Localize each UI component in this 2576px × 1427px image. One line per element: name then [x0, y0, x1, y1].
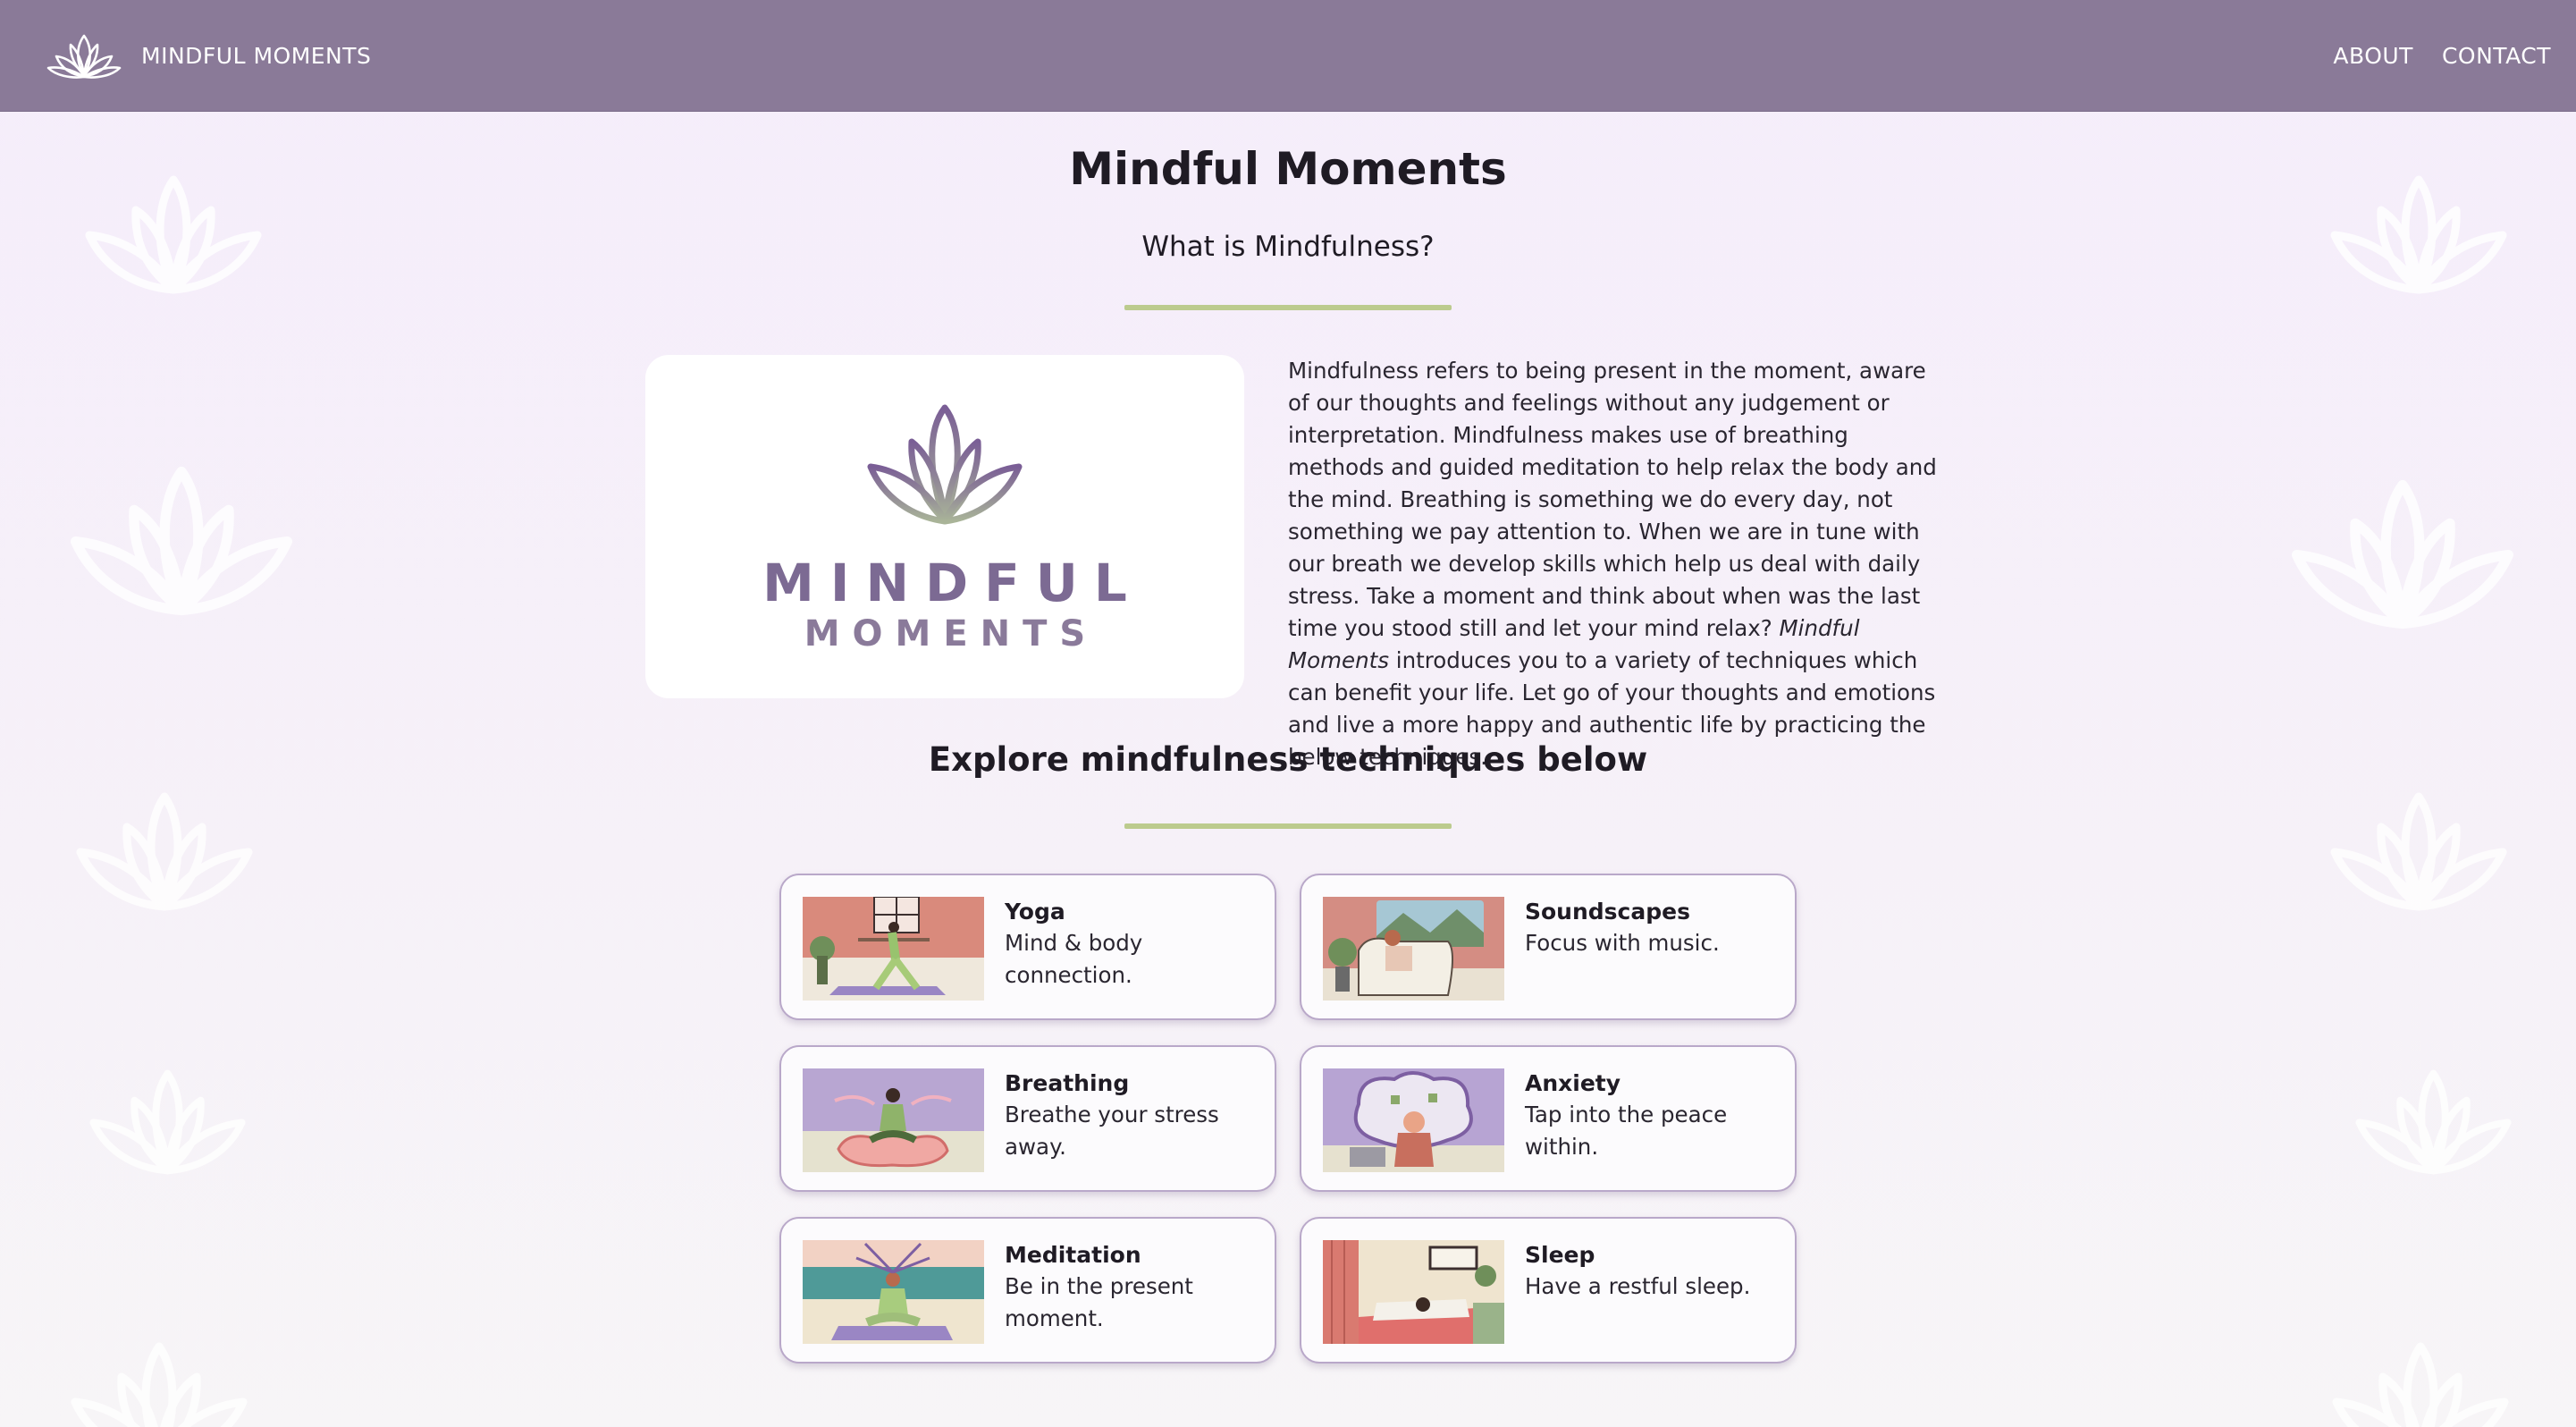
page-subtitle: What is Mindfulness? — [1141, 231, 1435, 263]
card-text: Breathing Breathe your stress away. — [1005, 1068, 1253, 1163]
card-text: Soundscapes Focus with music. — [1525, 897, 1720, 959]
logo-word-moments: MOMENTS — [804, 613, 1099, 654]
intro-paragraph: Mindfulness refers to being present in t… — [1288, 355, 1940, 773]
breathing-illustration — [803, 1068, 984, 1172]
brand-name: MINDFUL MOMENTS — [141, 42, 372, 69]
lotus-decoration-icon — [55, 1341, 263, 1427]
card-text: Sleep Have a restful sleep. — [1525, 1240, 1750, 1303]
card-text: Yoga Mind & body connection. — [1005, 897, 1253, 992]
card-title: Breathing — [1005, 1070, 1130, 1096]
lotus-decoration-icon — [49, 465, 314, 617]
card-description: Mind & body connection. — [1005, 930, 1143, 988]
technique-card-anxiety[interactable]: Anxiety Tap into the peace within. — [1300, 1045, 1797, 1192]
technique-card-meditation[interactable]: Meditation Be in the present moment. — [779, 1217, 1276, 1364]
mindful-moments-logo-card: MINDFUL MOMENTS — [645, 355, 1244, 698]
page-title: Mindful Moments — [1069, 143, 1507, 195]
card-text: Anxiety Tap into the peace within. — [1525, 1068, 1773, 1163]
lotus-logo-icon — [46, 34, 122, 79]
card-description: Tap into the peace within. — [1525, 1102, 1728, 1160]
main-nav: ABOUT CONTACT — [2333, 43, 2551, 69]
technique-card-yoga[interactable]: Yoga Mind & body connection. — [779, 874, 1276, 1020]
technique-card-soundscapes[interactable]: Soundscapes Focus with music. — [1300, 874, 1797, 1020]
technique-card-breathing[interactable]: Breathing Breathe your stress away. — [779, 1045, 1276, 1192]
intro-text-part1: Mindfulness refers to being present in t… — [1288, 358, 1937, 641]
lotus-logo-icon — [867, 404, 1023, 525]
lotus-decoration-icon — [2317, 1341, 2524, 1427]
lotus-decoration-icon — [76, 1068, 259, 1176]
soundscapes-illustration — [1323, 897, 1504, 1001]
card-text: Meditation Be in the present moment. — [1005, 1240, 1253, 1335]
technique-card-sleep[interactable]: Sleep Have a restful sleep. — [1300, 1217, 1797, 1364]
sleep-illustration — [1323, 1240, 1504, 1344]
lotus-decoration-icon — [2315, 791, 2522, 912]
brand[interactable]: MINDFUL MOMENTS — [46, 29, 371, 82]
top-navigation-bar: MINDFUL MOMENTS ABOUT CONTACT — [0, 0, 2576, 112]
lotus-decoration-icon — [2342, 1068, 2525, 1176]
card-description: Focus with music. — [1525, 930, 1720, 956]
card-title: Soundscapes — [1525, 899, 1690, 925]
logo-word-mindful: MINDFUL — [762, 553, 1143, 613]
anxiety-illustration — [1323, 1068, 1504, 1172]
techniques-section-title: Explore mindfulness techniques below — [928, 740, 1648, 779]
card-title: Sleep — [1525, 1242, 1595, 1268]
nav-link-contact[interactable]: CONTACT — [2442, 43, 2551, 69]
meditation-illustration — [803, 1240, 984, 1344]
divider — [1124, 305, 1452, 310]
lotus-decoration-icon — [61, 791, 268, 912]
yoga-illustration — [803, 897, 984, 1001]
card-description: Be in the present moment. — [1005, 1273, 1193, 1331]
card-description: Have a restful sleep. — [1525, 1273, 1751, 1299]
card-title: Anxiety — [1525, 1070, 1621, 1096]
card-title: Yoga — [1005, 899, 1065, 925]
divider — [1124, 823, 1452, 829]
lotus-decoration-icon — [2270, 478, 2535, 630]
card-description: Breathe your stress away. — [1005, 1102, 1219, 1160]
nav-link-about[interactable]: ABOUT — [2333, 43, 2413, 69]
card-title: Meditation — [1005, 1242, 1141, 1268]
